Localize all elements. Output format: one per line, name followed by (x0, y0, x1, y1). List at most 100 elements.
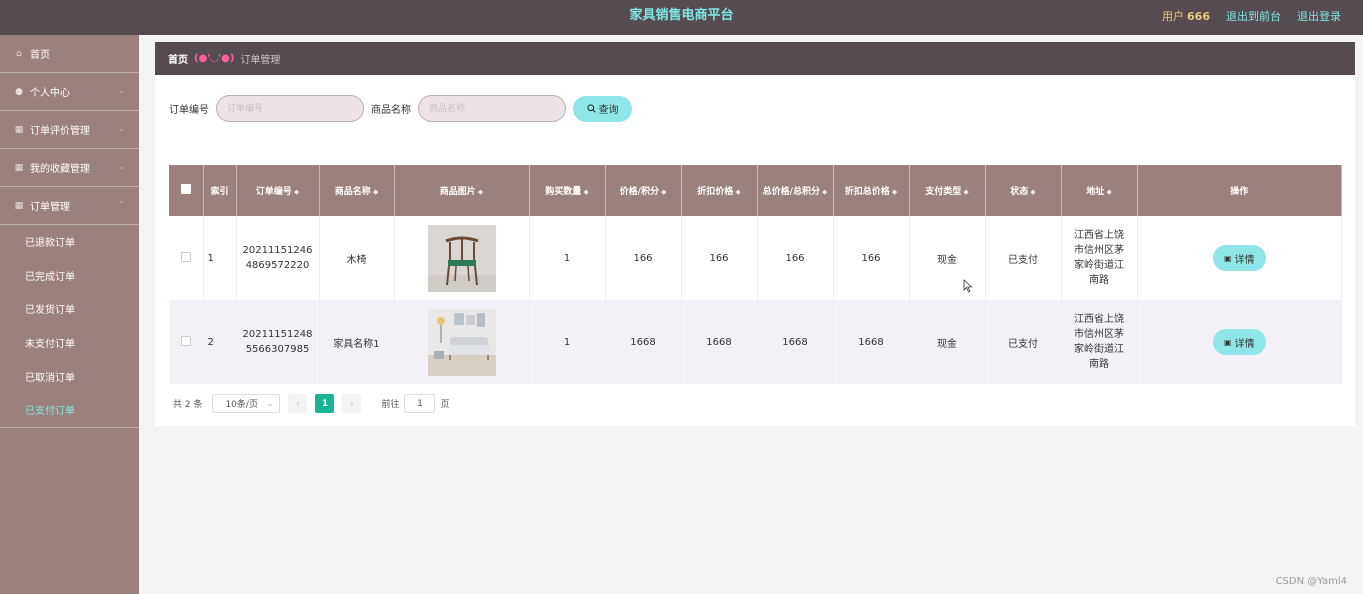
sidebar-item-home[interactable]: ⌂ 首页 (0, 35, 139, 73)
search-button[interactable]: 查询 (573, 95, 632, 122)
sidebar-item-label: 订单评价管理 (30, 126, 90, 137)
row-checkbox-cell (169, 300, 204, 384)
user-name: 666 (1187, 9, 1210, 23)
search-icon (586, 104, 596, 113)
user-label: 用户 (1162, 9, 1185, 23)
col-discount-total[interactable]: 折扣总价格 ◆ (833, 165, 910, 216)
sort-icon: ◆ (660, 188, 667, 196)
sort-icon: ◆ (372, 188, 379, 196)
sidebar-item-favorites[interactable]: ▦ 我的收藏管理 ⌄ (0, 149, 139, 187)
row-checkbox[interactable] (180, 251, 191, 262)
row-checkbox[interactable] (180, 335, 191, 346)
submenu-paid-orders[interactable]: 已支付订单 (0, 393, 139, 427)
detail-button[interactable]: ▣ 详情 (1212, 329, 1266, 355)
col-product-image[interactable]: 商品图片 ◆ (394, 165, 530, 216)
submenu-unpaid-orders[interactable]: 未支付订单 (0, 326, 139, 360)
cell-index: 2 (203, 300, 237, 384)
cell-pay-type: 现金 (909, 300, 986, 384)
cell-discount-total: 1668 (833, 300, 910, 384)
product-name-input[interactable] (418, 95, 566, 122)
submenu-completed-orders[interactable]: 已完成订单 (0, 259, 139, 293)
breadcrumb-home[interactable]: 首页 (168, 51, 188, 66)
sort-icon: ◆ (1106, 188, 1112, 196)
cell-order-no: 202111512464869572220 (236, 216, 320, 300)
sort-icon: ◆ (583, 188, 589, 196)
user-icon: ● (15, 86, 23, 97)
cell-status: 已支付 (985, 216, 1062, 300)
total-count: 共 2 条 (173, 400, 203, 410)
document-icon: ▣ (1223, 337, 1232, 347)
page-number-button[interactable]: 1 (315, 394, 335, 413)
select-all-checkbox[interactable] (180, 184, 191, 194)
order-submenu: 已退款订单 已完成订单 已发货订单 未支付订单 已取消订单 已支付订单 (0, 225, 139, 428)
header-actions: 用户 666 退出到前台 退出登录 (1162, 0, 1341, 31)
chevron-up-icon: ⌃ (118, 200, 125, 209)
next-page-button[interactable]: › (342, 394, 362, 413)
search-bar: 订单编号 商品名称 查询 (169, 95, 632, 122)
search-button-label: 查询 (598, 105, 619, 116)
breadcrumb-emoticon: (●'◡'●) (194, 53, 235, 64)
table-row: 1 202111512464869572220 木椅 1 166 166 166… (169, 216, 1342, 300)
cell-discount-price: 1668 (681, 300, 758, 384)
cell-price: 1668 (605, 300, 682, 384)
col-order-no[interactable]: 订单编号 ◆ (236, 165, 320, 216)
table-row: 2 202111512485566307985 家具名称1 1 1668 166… (169, 300, 1342, 384)
sidebar-item-order-review[interactable]: ▦ 订单评价管理 ⌄ (0, 111, 139, 149)
sort-icon: ◆ (963, 188, 969, 196)
cell-pay-type: 现金 (909, 216, 986, 300)
cell-address: 江西省上饶市信州区茅家岭街道江南路 (1061, 300, 1138, 384)
breadcrumb: 首页 (●'◡'●) 订单管理 (155, 42, 1355, 75)
order-no-input[interactable] (216, 95, 364, 122)
logout-link[interactable]: 退出登录 (1297, 8, 1341, 24)
sidebar: ⌂ 首页 ● 个人中心 ⌄ ▦ 订单评价管理 ⌄ ▦ 我的收藏管理 ⌄ ▦ 订单… (0, 35, 139, 594)
submenu-refunded-orders[interactable]: 已退款订单 (0, 225, 139, 259)
prev-page-button[interactable]: ‹ (288, 394, 308, 413)
cell-product-name: 木椅 (319, 216, 395, 300)
menu-icon: ▦ (14, 124, 24, 135)
cell-quantity: 1 (529, 300, 606, 384)
menu-icon: ▦ (14, 162, 24, 173)
cell-address: 江西省上饶市信州区茅家岭街道江南路 (1061, 216, 1138, 300)
home-icon: ⌂ (16, 48, 22, 59)
col-pay-type[interactable]: 支付类型 ◆ (909, 165, 986, 216)
exit-to-front-link[interactable]: 退出到前台 (1226, 8, 1281, 24)
sidebar-item-label: 首页 (30, 50, 50, 61)
sidebar-item-order-management[interactable]: ▦ 订单管理 ⌃ (0, 187, 139, 225)
cell-action: ▣ 详情 (1137, 300, 1342, 384)
col-quantity[interactable]: 购买数量 ◆ (529, 165, 606, 216)
sidebar-item-label: 我的收藏管理 (30, 164, 90, 175)
col-price[interactable]: 价格/积分 ◆ (605, 165, 682, 216)
col-status[interactable]: 状态 ◆ (985, 165, 1062, 216)
cell-discount-total: 166 (833, 216, 910, 300)
chair-photo[interactable] (427, 224, 496, 292)
top-bar: 家具销售电商平台 用户 666 退出到前台 退出登录 (0, 0, 1363, 35)
sidebar-item-label: 订单管理 (30, 202, 70, 213)
cell-status: 已支付 (985, 300, 1062, 384)
sofa-photo[interactable] (427, 308, 496, 376)
page-size-select[interactable]: 10条/页 ⌄ (212, 394, 281, 413)
watermark: CSDN @Yaml4 (1275, 576, 1347, 587)
chevron-down-icon: ⌄ (266, 399, 274, 408)
detail-button[interactable]: ▣ 详情 (1212, 245, 1266, 271)
pagination: 共 2 条 10条/页 ⌄ ‹ 1 › 前往 1 页 (173, 394, 449, 413)
cell-price: 166 (605, 216, 682, 300)
col-discount-price[interactable]: 折扣价格 ◆ (681, 165, 758, 216)
chevron-down-icon: ⌄ (118, 162, 125, 171)
breadcrumb-current: 订单管理 (240, 55, 281, 66)
cell-order-no: 202111512485566307985 (236, 300, 320, 384)
order-no-label: 订单编号 (169, 105, 209, 116)
col-action: 操作 (1137, 165, 1342, 216)
chevron-down-icon: ⌄ (118, 86, 125, 95)
sort-icon: ◆ (477, 188, 484, 196)
col-product-name[interactable]: 商品名称 ◆ (319, 165, 395, 216)
col-address[interactable]: 地址 ◆ (1061, 165, 1138, 216)
cell-discount-price: 166 (681, 216, 758, 300)
product-name-label: 商品名称 (371, 105, 411, 116)
col-total-price[interactable]: 总价格/总积分 ◆ (757, 165, 834, 216)
submenu-cancelled-orders[interactable]: 已取消订单 (0, 359, 139, 393)
submenu-shipped-orders[interactable]: 已发货订单 (0, 292, 139, 326)
select-all-header (169, 165, 204, 216)
goto-page-input[interactable]: 1 (404, 394, 436, 413)
row-checkbox-cell (169, 216, 204, 300)
sidebar-item-personal-center[interactable]: ● 个人中心 ⌄ (0, 73, 139, 111)
